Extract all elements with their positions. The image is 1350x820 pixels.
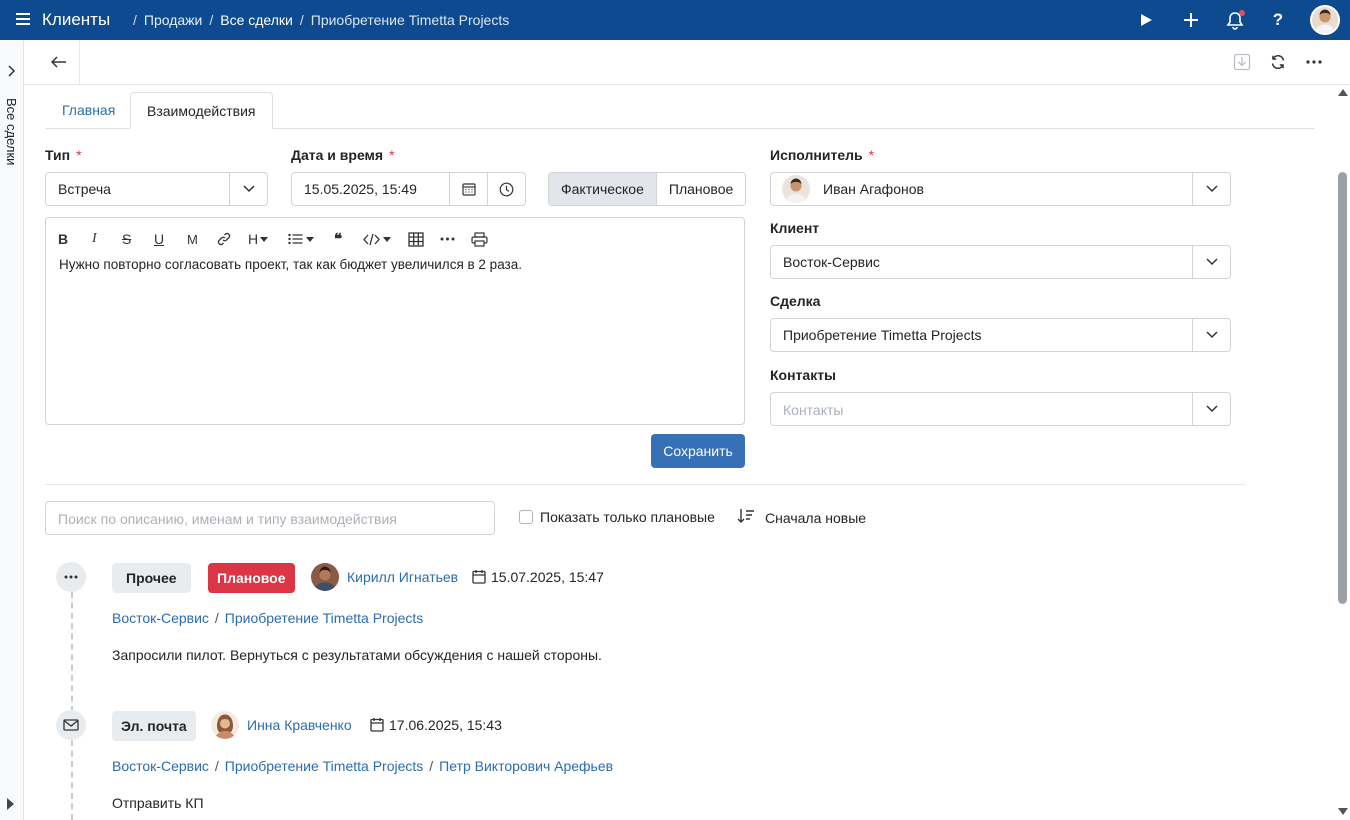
scrollbar-thumb[interactable] bbox=[1338, 172, 1347, 604]
notification-dot bbox=[1239, 10, 1245, 16]
interaction-type-badge: Прочее bbox=[112, 563, 191, 593]
breadcrumb-item-current: Приобретение Timetta Projects bbox=[310, 12, 510, 28]
chevron-down-icon[interactable] bbox=[1192, 173, 1230, 205]
sidebar-label[interactable]: Все сделки bbox=[4, 98, 19, 165]
planned-status-badge: Плановое bbox=[208, 563, 295, 593]
breadcrumb-item-sales[interactable]: Продажи bbox=[144, 12, 202, 28]
list-dropdown[interactable] bbox=[288, 230, 314, 248]
only-planned-label[interactable]: Показать только плановые bbox=[540, 509, 715, 525]
interaction-links: Восток-Сервис / Приобретение Timetta Pro… bbox=[112, 610, 424, 626]
datetime-label: Дата и время * bbox=[291, 147, 395, 163]
chevron-down-icon[interactable] bbox=[1192, 246, 1230, 278]
arrow-left-icon bbox=[51, 56, 66, 68]
calendar-icon bbox=[472, 569, 486, 587]
deal-select[interactable]: Приобретение Timetta Projects bbox=[770, 318, 1231, 352]
breadcrumb-item-all-deals[interactable]: Все сделки bbox=[220, 12, 293, 28]
link-icon[interactable] bbox=[217, 230, 231, 248]
scroll-up-arrow-icon[interactable] bbox=[1338, 89, 1348, 96]
mode-toggle: Фактическое Плановое bbox=[548, 172, 747, 206]
client-select[interactable]: Восток-Сервис bbox=[770, 245, 1231, 279]
user-avatar[interactable] bbox=[1310, 5, 1340, 35]
clock-icon[interactable] bbox=[487, 173, 525, 205]
mode-planned-button[interactable]: Плановое bbox=[656, 173, 746, 205]
left-collapsed-panel[interactable]: Все сделки bbox=[0, 40, 24, 820]
chevron-down-icon[interactable] bbox=[229, 173, 267, 205]
interaction-type-badge: Эл. почта bbox=[112, 711, 196, 741]
app-title[interactable]: Клиенты bbox=[42, 10, 110, 30]
play-icon[interactable] bbox=[1134, 8, 1158, 32]
client-link[interactable]: Восток-Сервис bbox=[112, 610, 209, 626]
strikethrough-button[interactable]: S bbox=[122, 230, 131, 248]
contacts-label: Контакты bbox=[770, 367, 837, 383]
contacts-select[interactable]: Контакты bbox=[770, 392, 1231, 426]
save-button[interactable]: Сохранить bbox=[651, 434, 745, 468]
expand-arrow-icon[interactable] bbox=[7, 798, 14, 810]
italic-button[interactable]: I bbox=[92, 230, 97, 248]
more-tools-icon[interactable] bbox=[440, 230, 455, 248]
timeline-connector bbox=[71, 740, 73, 820]
client-link[interactable]: Восток-Сервис bbox=[112, 758, 209, 774]
section-divider bbox=[45, 484, 1245, 485]
mode-actual-button[interactable]: Фактическое bbox=[549, 173, 657, 205]
quote-button[interactable]: ❝ bbox=[334, 230, 342, 248]
help-icon[interactable]: ? bbox=[1266, 8, 1290, 32]
underline-button[interactable]: U bbox=[154, 230, 164, 248]
type-select[interactable]: Встреча bbox=[45, 172, 268, 206]
chevron-down-icon[interactable] bbox=[1192, 319, 1230, 351]
person-link[interactable]: Кирилл Игнатьев bbox=[347, 569, 458, 585]
code-dropdown[interactable] bbox=[363, 230, 391, 248]
more-dots-icon[interactable] bbox=[56, 562, 86, 592]
timeline-connector bbox=[71, 592, 73, 712]
executor-label: Исполнитель * bbox=[770, 147, 875, 163]
search-input[interactable]: Поиск по описанию, именам и типу взаимод… bbox=[45, 501, 495, 535]
interaction-description: Отправить КП bbox=[112, 795, 204, 811]
mark-button[interactable]: M bbox=[187, 230, 198, 248]
type-label: Тип * bbox=[45, 147, 82, 163]
person-link[interactable]: Инна Кравченко bbox=[247, 717, 352, 733]
calendar-icon[interactable] bbox=[449, 173, 487, 205]
deal-link[interactable]: Приобретение Timetta Projects bbox=[225, 610, 423, 626]
interaction-links: Восток-Сервис / Приобретение Timetta Pro… bbox=[112, 758, 614, 774]
deal-link[interactable]: Приобретение Timetta Projects bbox=[225, 758, 423, 774]
download-icon[interactable] bbox=[1230, 50, 1254, 74]
tab-main[interactable]: Главная bbox=[46, 92, 131, 129]
client-label: Клиент bbox=[770, 220, 820, 236]
print-icon[interactable] bbox=[471, 230, 488, 248]
chevron-right-icon[interactable] bbox=[6, 64, 16, 80]
interaction-description: Запросили пилот. Вернуться с результатам… bbox=[112, 647, 602, 663]
envelope-icon[interactable] bbox=[56, 710, 86, 740]
datetime-field[interactable]: 15.05.2025, 15:49 bbox=[291, 172, 526, 206]
toolbar-bottom-border bbox=[24, 84, 1350, 85]
executor-select[interactable]: Иван Агафонов bbox=[770, 172, 1231, 206]
scroll-down-arrow-icon[interactable] bbox=[1338, 808, 1348, 815]
more-icon[interactable] bbox=[1302, 50, 1326, 74]
back-button[interactable] bbox=[40, 46, 78, 78]
toolbar-divider bbox=[79, 40, 80, 84]
contact-link[interactable]: Петр Викторович Арефьев bbox=[439, 758, 613, 774]
avatar bbox=[311, 563, 339, 591]
executor-avatar bbox=[782, 175, 810, 203]
bold-button[interactable]: B bbox=[58, 230, 68, 248]
sort-icon[interactable] bbox=[737, 508, 755, 527]
avatar bbox=[211, 711, 239, 739]
chevron-down-icon[interactable] bbox=[1192, 393, 1230, 425]
breadcrumb: / Продажи / Все сделки / Приобретение Ti… bbox=[133, 12, 510, 28]
deal-label: Сделка bbox=[770, 293, 821, 309]
sort-button[interactable]: Сначала новые bbox=[765, 510, 866, 526]
editor-content[interactable]: Нужно повторно согласовать проект, так к… bbox=[59, 257, 522, 272]
refresh-icon[interactable] bbox=[1266, 50, 1290, 74]
only-planned-checkbox[interactable] bbox=[519, 510, 533, 524]
table-icon[interactable] bbox=[408, 230, 424, 248]
tab-interactions[interactable]: Взаимодействия bbox=[130, 92, 273, 129]
calendar-icon bbox=[370, 717, 384, 735]
description-editor[interactable]: B I S U M H ❝ Нужно повторно согласовать… bbox=[45, 217, 745, 425]
heading-dropdown[interactable]: H bbox=[248, 230, 269, 248]
interaction-datetime: 17.06.2025, 15:43 bbox=[389, 717, 502, 733]
interaction-datetime: 15.07.2025, 15:47 bbox=[491, 569, 604, 585]
bell-icon[interactable] bbox=[1223, 8, 1247, 32]
top-bar: Клиенты / Продажи / Все сделки / Приобре… bbox=[0, 0, 1350, 40]
plus-icon[interactable] bbox=[1179, 8, 1203, 32]
menu-icon[interactable] bbox=[16, 13, 30, 25]
